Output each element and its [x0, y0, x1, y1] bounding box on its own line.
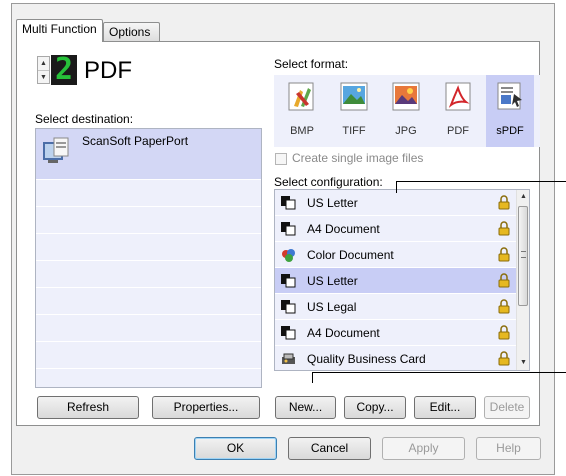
tiff-icon [340, 82, 368, 111]
format-label: sPDF [496, 125, 524, 137]
configuration-item[interactable]: A4 Document [275, 320, 516, 346]
cancel-button[interactable]: Cancel [288, 437, 371, 460]
tab-options[interactable]: Options [103, 22, 160, 42]
configuration-label: Color Document [307, 248, 394, 262]
destination-empty-row [36, 369, 261, 387]
destination-empty-row [36, 342, 261, 369]
select-format-label: Select format: [274, 57, 349, 71]
apply-button[interactable]: Apply [382, 437, 465, 460]
destination-empty-row [36, 234, 261, 261]
refresh-button[interactable]: Refresh [37, 396, 139, 419]
select-configuration-label: Select configuration: [274, 175, 383, 189]
lock-icon [498, 351, 510, 366]
create-single-image-checkbox[interactable] [275, 153, 287, 165]
lock-icon [498, 299, 510, 314]
format-spinner[interactable]: ▲ ▼ [37, 56, 50, 84]
configuration-scrollbar[interactable]: ▲ ▼ [516, 190, 529, 370]
configuration-label: US Legal [307, 300, 357, 314]
callout-line [396, 181, 566, 182]
function-name: PDF [84, 57, 132, 84]
color-document-icon [282, 249, 295, 262]
destination-empty-row [36, 180, 261, 207]
scroll-down-icon[interactable]: ▼ [517, 356, 529, 370]
select-destination-label: Select destination: [35, 112, 134, 126]
configuration-list[interactable]: US Letter A4 Document Color Document US … [274, 189, 530, 371]
configuration-label: US Letter [307, 196, 358, 210]
configuration-item[interactable]: US Legal [275, 294, 516, 320]
bw-document-icon [281, 300, 296, 314]
tab-multi-function[interactable]: Multi Function [16, 19, 103, 42]
format-bmp[interactable]: BMP [278, 75, 326, 147]
destination-empty-row [36, 261, 261, 288]
bmp-icon [288, 82, 314, 111]
destination-item-label: ScanSoft PaperPort [82, 134, 189, 148]
callout-line [312, 372, 313, 383]
format-selector: BMP TIFF JPG PDF sPDF [274, 75, 540, 147]
bw-document-icon [281, 274, 296, 288]
function-number-display: 2 [51, 52, 77, 87]
spinner-up-icon[interactable]: ▲ [38, 57, 49, 71]
bw-document-icon [281, 222, 296, 236]
format-jpg[interactable]: JPG [382, 75, 430, 147]
format-label: TIFF [342, 125, 366, 137]
configuration-label: US Letter [307, 274, 358, 288]
format-label: PDF [447, 125, 469, 137]
destination-list[interactable]: ScanSoft PaperPort [35, 128, 262, 388]
format-tiff[interactable]: TIFF [330, 75, 378, 147]
destination-empty-row [36, 207, 261, 234]
configuration-item-selected[interactable]: US Letter [275, 268, 516, 294]
lock-icon [498, 195, 510, 210]
help-button[interactable]: Help [476, 437, 541, 460]
scroll-up-icon[interactable]: ▲ [517, 190, 529, 204]
destination-empty-row [36, 288, 261, 315]
delete-button[interactable]: Delete [484, 396, 530, 419]
callout-line [312, 372, 566, 373]
configuration-label: Quality Business Card [307, 352, 426, 366]
jpg-icon [392, 82, 420, 111]
configuration-label: A4 Document [307, 326, 380, 340]
destination-item-paperport[interactable]: ScanSoft PaperPort [36, 129, 261, 180]
copy-button[interactable]: Copy... [344, 396, 406, 419]
paperport-icon [43, 137, 69, 163]
lock-icon [498, 325, 510, 340]
configuration-item[interactable]: US Letter [275, 190, 516, 216]
properties-button[interactable]: Properties... [152, 396, 260, 419]
spinner-down-icon[interactable]: ▼ [38, 71, 49, 84]
scroll-grip-icon [521, 251, 526, 258]
create-single-image-label: Create single image files [292, 151, 424, 165]
spdf-icon [497, 82, 522, 110]
format-spdf[interactable]: sPDF [486, 75, 534, 147]
configuration-label: A4 Document [307, 222, 380, 236]
configuration-item[interactable]: A4 Document [275, 216, 516, 242]
pdf-icon [445, 82, 471, 111]
format-label: JPG [395, 125, 417, 137]
callout-line [396, 181, 397, 193]
business-card-icon [282, 353, 295, 364]
bw-document-icon [281, 326, 296, 340]
lock-icon [498, 247, 510, 262]
configuration-item[interactable]: Quality Business Card [275, 346, 516, 370]
bw-document-icon [281, 196, 296, 210]
lock-icon [498, 221, 510, 236]
new-button[interactable]: New... [275, 396, 336, 419]
destination-empty-row [36, 315, 261, 342]
ok-button[interactable]: OK [194, 437, 277, 460]
format-pdf[interactable]: PDF [434, 75, 482, 147]
function-number: 2 [54, 52, 74, 87]
format-label: BMP [290, 125, 314, 137]
configuration-item[interactable]: Color Document [275, 242, 516, 268]
lock-icon [498, 273, 510, 288]
scroll-thumb[interactable] [518, 206, 528, 306]
edit-button[interactable]: Edit... [414, 396, 476, 419]
